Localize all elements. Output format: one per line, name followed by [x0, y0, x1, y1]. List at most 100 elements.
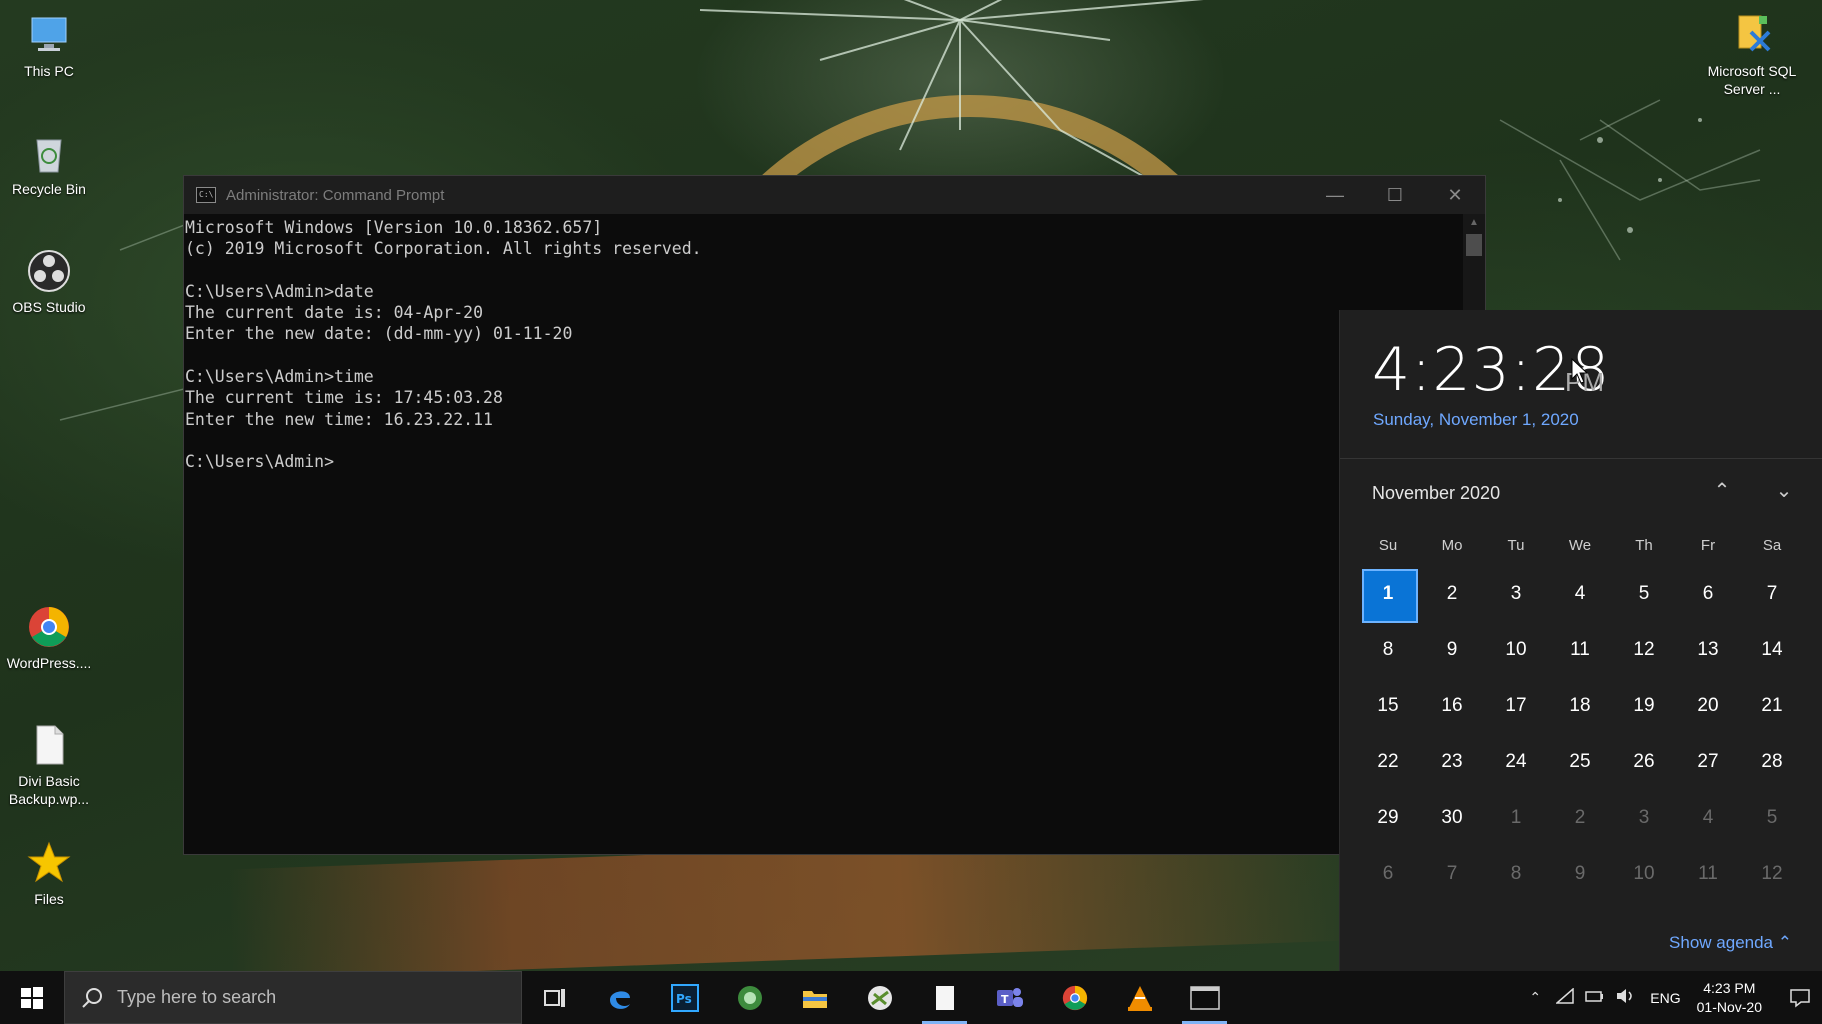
- taskbar-search-box[interactable]: Type here to search: [64, 971, 522, 1024]
- taskbar-app-file-explorer[interactable]: [782, 971, 847, 1024]
- desktop-icon-divi-backup[interactable]: Divi Basic Backup.wp...: [0, 722, 99, 808]
- file-icon: [36, 725, 64, 765]
- desktop-icon-obs-studio[interactable]: OBS Studio: [0, 248, 99, 316]
- calendar-day[interactable]: 8: [1356, 622, 1420, 678]
- calendar-month-label[interactable]: November 2020: [1372, 483, 1500, 504]
- calendar-day-other-month[interactable]: 7: [1420, 846, 1484, 902]
- desktop-icon-recycle-bin[interactable]: Recycle Bin: [0, 130, 99, 198]
- calendar-day[interactable]: 2: [1420, 566, 1484, 622]
- calendar-day[interactable]: 12: [1612, 622, 1676, 678]
- calendar-day[interactable]: 4: [1548, 566, 1612, 622]
- scroll-up-icon[interactable]: ▲: [1463, 214, 1485, 232]
- chevron-up-icon: ⌃: [1777, 933, 1792, 952]
- close-button[interactable]: ✕: [1425, 176, 1485, 214]
- taskbar-app-xampp[interactable]: [847, 971, 912, 1024]
- taskbar-clock[interactable]: 4:23 PM 01-Nov-20: [1697, 979, 1762, 1017]
- calendar-day[interactable]: 29: [1356, 790, 1420, 846]
- calendar-day[interactable]: 21: [1740, 678, 1804, 734]
- obs-studio-icon: [28, 250, 70, 292]
- calendar-day-other-month[interactable]: 3: [1612, 790, 1676, 846]
- calendar-day-number: 16: [1441, 695, 1463, 716]
- calendar-day-other-month[interactable]: 10: [1612, 846, 1676, 902]
- calendar-day-other-month[interactable]: 5: [1740, 790, 1804, 846]
- show-agenda-link[interactable]: Show agenda ⌃: [1669, 933, 1792, 953]
- calendar-day-other-month[interactable]: 6: [1356, 846, 1420, 902]
- calendar-day[interactable]: 22: [1356, 734, 1420, 790]
- calendar-day-number: 10: [1633, 863, 1655, 884]
- clock-calendar-flyout: 4:23:28 PM Sunday, November 1, 2020 Nove…: [1339, 310, 1822, 971]
- edge-icon: [609, 990, 630, 1009]
- taskbar-app-teams[interactable]: T: [977, 971, 1042, 1024]
- calendar-day-other-month[interactable]: 12: [1740, 846, 1804, 902]
- taskbar-app-edge[interactable]: [587, 971, 652, 1024]
- taskbar-app-android-studio[interactable]: [717, 971, 782, 1024]
- calendar-day-other-month[interactable]: 11: [1676, 846, 1740, 902]
- command-prompt-window[interactable]: C:\ Administrator: Command Prompt — ☐ ✕ …: [183, 175, 1486, 855]
- desktop-icon-files[interactable]: Files: [0, 840, 99, 908]
- action-center-button[interactable]: [1778, 988, 1822, 1008]
- calendar-day-today[interactable]: 1: [1356, 566, 1420, 623]
- calendar-day[interactable]: 28: [1740, 734, 1804, 790]
- wifi-icon: [1555, 987, 1575, 1004]
- volume-icon[interactable]: [1610, 988, 1640, 1007]
- calendar-day[interactable]: 10: [1484, 622, 1548, 678]
- maximize-button[interactable]: ☐: [1365, 176, 1425, 214]
- calendar-day-other-month[interactable]: 1: [1484, 790, 1548, 846]
- calendar-day-other-month[interactable]: 4: [1676, 790, 1740, 846]
- console-output[interactable]: Microsoft Windows [Version 10.0.18362.65…: [184, 214, 1463, 854]
- desktop-icon-sql-server[interactable]: Microsoft SQL Server ...: [1697, 12, 1807, 98]
- calendar-day[interactable]: 25: [1548, 734, 1612, 790]
- calendar-day[interactable]: 6: [1676, 566, 1740, 622]
- desktop-icon-this-pc[interactable]: This PC: [0, 12, 99, 80]
- desktop-icon-wordpress[interactable]: WordPress....: [0, 604, 99, 672]
- calendar-day[interactable]: 7: [1740, 566, 1804, 622]
- calendar-day[interactable]: 15: [1356, 678, 1420, 734]
- calendar-day[interactable]: 13: [1676, 622, 1740, 678]
- calendar-day-number: 6: [1382, 863, 1394, 884]
- calendar-day[interactable]: 5: [1612, 566, 1676, 622]
- desktop-icon-label: Recycle Bin: [12, 181, 86, 197]
- chevron-up-icon[interactable]: ⌃: [1702, 478, 1742, 508]
- network-icon[interactable]: [1550, 987, 1580, 1007]
- taskbar-app-command-prompt[interactable]: [1172, 971, 1237, 1024]
- calendar-day[interactable]: 11: [1548, 622, 1612, 678]
- window-titlebar[interactable]: C:\ Administrator: Command Prompt — ☐ ✕: [184, 176, 1485, 214]
- calendar-day[interactable]: 18: [1548, 678, 1612, 734]
- calendar-day-other-month[interactable]: 2: [1548, 790, 1612, 846]
- teams-icon: T: [996, 987, 1023, 1007]
- scrollbar-thumb[interactable]: [1466, 234, 1482, 256]
- console-line: C:\Users\Admin>date: [185, 281, 374, 301]
- chevron-down-icon[interactable]: ⌄: [1764, 478, 1804, 508]
- calendar-day[interactable]: 23: [1420, 734, 1484, 790]
- battery-icon[interactable]: [1580, 989, 1610, 1006]
- calendar-day[interactable]: 19: [1612, 678, 1676, 734]
- taskbar-app-vlc[interactable]: [1107, 971, 1172, 1024]
- calendar-day[interactable]: 9: [1420, 622, 1484, 678]
- calendar-day[interactable]: 3: [1484, 566, 1548, 622]
- start-button[interactable]: [0, 971, 64, 1024]
- taskbar-app-notepad[interactable]: [912, 971, 977, 1024]
- calendar-day-number: 10: [1505, 639, 1527, 660]
- calendar-day-other-month[interactable]: 8: [1484, 846, 1548, 902]
- clock-date-link[interactable]: Sunday, November 1, 2020: [1373, 410, 1579, 430]
- this-pc-icon: [31, 17, 67, 51]
- calendar-day-number: 1: [1382, 583, 1394, 604]
- calendar-day-other-month[interactable]: 9: [1548, 846, 1612, 902]
- calendar-day[interactable]: 26: [1612, 734, 1676, 790]
- minimize-button[interactable]: —: [1305, 176, 1365, 214]
- calendar-day[interactable]: 30: [1420, 790, 1484, 846]
- calendar-day[interactable]: 16: [1420, 678, 1484, 734]
- taskbar-app-chrome[interactable]: [1042, 971, 1107, 1024]
- calendar-day[interactable]: 20: [1676, 678, 1740, 734]
- calendar-day-number: 27: [1697, 751, 1719, 772]
- calendar-day[interactable]: 14: [1740, 622, 1804, 678]
- calendar-day[interactable]: 27: [1676, 734, 1740, 790]
- calendar-day[interactable]: 24: [1484, 734, 1548, 790]
- language-indicator[interactable]: ENG: [1650, 990, 1680, 1006]
- chevron-up-icon[interactable]: ⌃: [1520, 989, 1550, 1006]
- taskbar-app-photoshop[interactable]: Ps: [652, 971, 717, 1024]
- calendar-day[interactable]: 17: [1484, 678, 1548, 734]
- task-view-button[interactable]: [522, 971, 587, 1024]
